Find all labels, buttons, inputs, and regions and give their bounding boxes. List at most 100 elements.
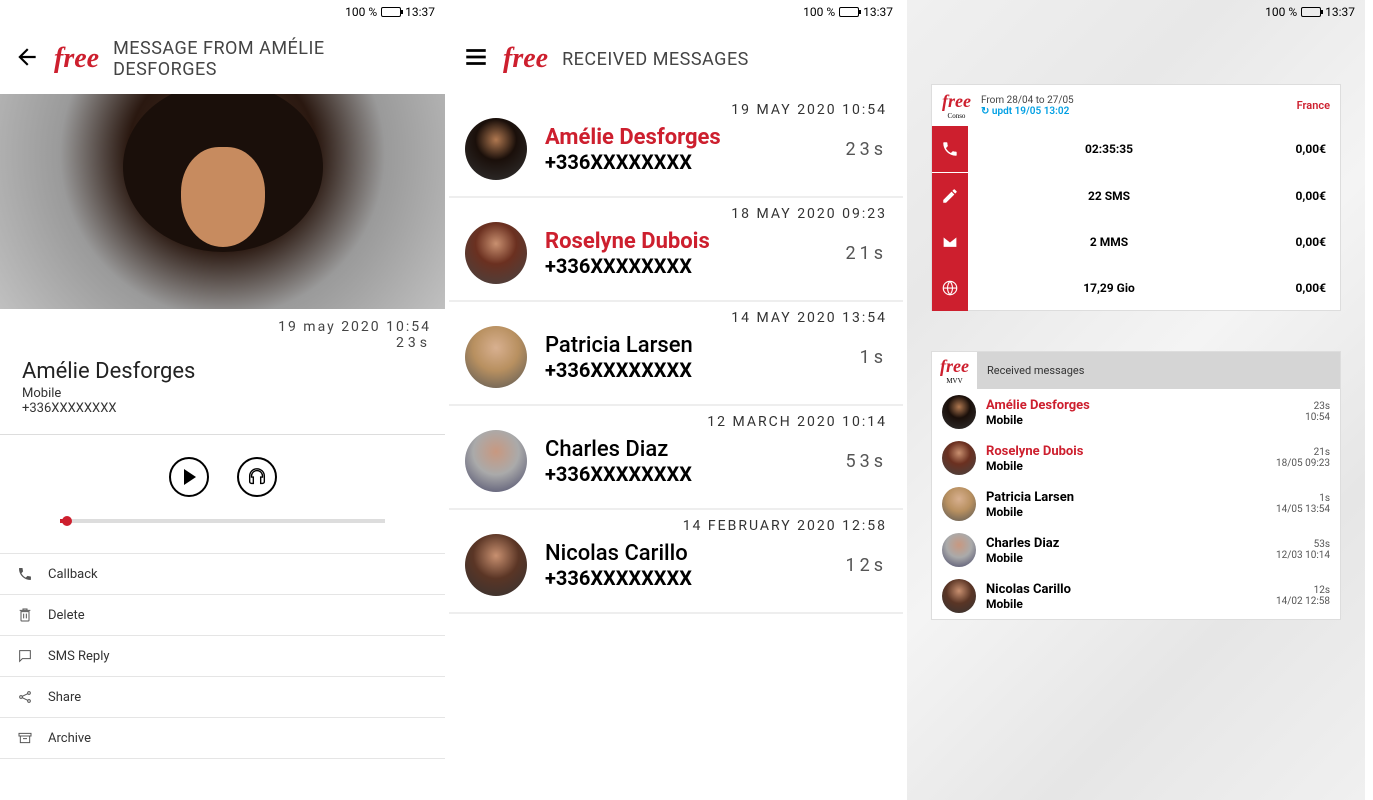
message-item[interactable]: 14 MAY 2020 13:54 Patricia Larsen +336XX… [449, 302, 903, 406]
message-item[interactable]: 18 MAY 2020 09:23 Roselyne Dubois +336XX… [449, 198, 903, 302]
avatar [465, 222, 527, 284]
message-date: 14 MAY 2020 13:54 [731, 310, 887, 326]
brand-logo: free [54, 43, 99, 75]
message-type: Mobile [986, 505, 1266, 519]
contact-name: Amélie Desforges [0, 359, 445, 384]
archive-button[interactable]: Archive [0, 717, 445, 759]
menu-icon[interactable] [463, 44, 489, 74]
conso-row[interactable]: 22 SMS 0,00€ [932, 172, 1340, 218]
message-name: Patricia Larsen [545, 333, 842, 358]
avatar [465, 534, 527, 596]
battery-pct: 100 % [345, 5, 377, 19]
message-meta: 12s14/02 12:58 [1276, 585, 1330, 607]
message-duration: 1s [860, 347, 887, 368]
action-label: SMS Reply [48, 649, 110, 664]
status-bar: 100 % 13:37 [449, 0, 903, 24]
play-icon [184, 469, 196, 485]
message-meta: 23s10:54 [1305, 401, 1330, 423]
message-item[interactable]: 12 MARCH 2020 10:14 Charles Diaz +336XXX… [449, 406, 903, 510]
phone-icon [16, 565, 34, 583]
brand-logo: free [503, 43, 548, 75]
contact-type: Mobile [0, 384, 445, 401]
messages-card-title: Received messages [977, 364, 1094, 377]
message-date: 14 FEBRUARY 2020 12:58 [683, 518, 887, 534]
play-button[interactable] [169, 457, 209, 497]
avatar [942, 579, 976, 613]
speaker-button[interactable] [237, 457, 277, 497]
battery-icon [381, 7, 401, 17]
status-bar: 100 % 13:37 [907, 0, 1365, 24]
message-item[interactable]: 19 MAY 2020 10:54 Amélie Desforges +336X… [449, 94, 903, 198]
message-icon [16, 647, 34, 665]
message-duration: 23s [0, 335, 445, 359]
message-number: +336XXXXXXXX [545, 566, 827, 590]
avatar [942, 533, 976, 567]
message-duration: 21s [845, 243, 887, 264]
message-row[interactable]: Nicolas Carillo Mobile 12s14/02 12:58 [932, 573, 1340, 619]
message-number: +336XXXXXXXX [545, 462, 827, 486]
conso-row[interactable]: 02:35:35 0,00€ [932, 126, 1340, 172]
message-name: Amélie Desforges [545, 125, 827, 150]
message-number: +336XXXXXXXX [545, 358, 842, 382]
message-datetime: 19 may 2020 10:54 [0, 309, 445, 335]
message-row[interactable]: Charles Diaz Mobile 53s12/03 10:14 [932, 527, 1340, 573]
avatar [942, 441, 976, 475]
brand-logo-small: freeConso [942, 91, 971, 120]
message-row[interactable]: Amélie Desforges Mobile 23s10:54 [932, 389, 1340, 435]
conso-value: 22 SMS [968, 189, 1250, 203]
message-meta: 21s18/05 09:23 [1276, 447, 1330, 469]
share-button[interactable]: Share [0, 676, 445, 717]
message-number: +336XXXXXXXX [545, 150, 827, 174]
envelope-icon [932, 219, 968, 265]
conso-card: freeConso From 28/04 to 27/05 ↻ updt 19/… [931, 84, 1341, 311]
page-title: RECEIVED MESSAGES [562, 49, 749, 70]
message-date: 19 MAY 2020 10:54 [731, 102, 887, 118]
avatar [942, 487, 976, 521]
delete-button[interactable]: Delete [0, 594, 445, 635]
conso-row[interactable]: 17,29 Gio 0,00€ [932, 264, 1340, 310]
message-duration: 53s [845, 451, 887, 472]
conso-cost: 0,00€ [1250, 189, 1340, 203]
status-bar: 100 % 13:37 [0, 0, 445, 24]
playback-slider[interactable] [60, 519, 385, 523]
avatar [465, 326, 527, 388]
conso-updated: ↻ updt 19/05 13:02 [981, 106, 1287, 117]
avatar [465, 430, 527, 492]
avatar [465, 118, 527, 180]
message-name: Patricia Larsen [986, 490, 1266, 505]
callback-button[interactable]: Callback [0, 553, 445, 594]
messages-card: freeMVV Received messages Amélie Desforg… [931, 351, 1341, 620]
conso-row[interactable]: 2 MMS 0,00€ [932, 218, 1340, 264]
conso-value: 02:35:35 [968, 142, 1250, 156]
back-arrow-icon[interactable] [14, 44, 40, 74]
brand-logo-small: freeMVV [932, 352, 977, 389]
message-row[interactable]: Patricia Larsen Mobile 1s14/05 13:54 [932, 481, 1340, 527]
message-item[interactable]: 14 FEBRUARY 2020 12:58 Nicolas Carillo +… [449, 510, 903, 614]
message-name: Amélie Desforges [986, 398, 1295, 413]
action-label: Share [48, 690, 81, 705]
action-label: Archive [48, 731, 91, 746]
message-duration: 12s [845, 555, 887, 576]
battery-pct: 100 % [803, 5, 835, 19]
message-row[interactable]: Roselyne Dubois Mobile 21s18/05 09:23 [932, 435, 1340, 481]
phone-icon [932, 126, 968, 172]
contact-number: +336XXXXXXXX [0, 401, 445, 434]
message-meta: 1s14/05 13:54 [1276, 493, 1330, 515]
sms-reply-button[interactable]: SMS Reply [0, 635, 445, 676]
pencil-icon [932, 173, 968, 219]
action-label: Delete [48, 608, 85, 623]
message-list: 19 MAY 2020 10:54 Amélie Desforges +336X… [449, 94, 903, 614]
conso-country[interactable]: France [1297, 99, 1330, 112]
page-title: MESSAGE FROM AMÉLIE DESFORGES [113, 38, 431, 80]
battery-icon [1301, 7, 1321, 17]
message-type: Mobile [986, 597, 1266, 611]
globe-icon [932, 265, 968, 311]
clock: 13:37 [863, 5, 893, 19]
message-number: +336XXXXXXXX [545, 254, 827, 278]
conso-value: 17,29 Gio [968, 281, 1250, 295]
message-type: Mobile [986, 413, 1295, 427]
conso-period: From 28/04 to 27/05 [981, 95, 1287, 106]
message-name: Nicolas Carillo [986, 582, 1266, 597]
clock: 13:37 [405, 5, 435, 19]
trash-icon [16, 606, 34, 624]
